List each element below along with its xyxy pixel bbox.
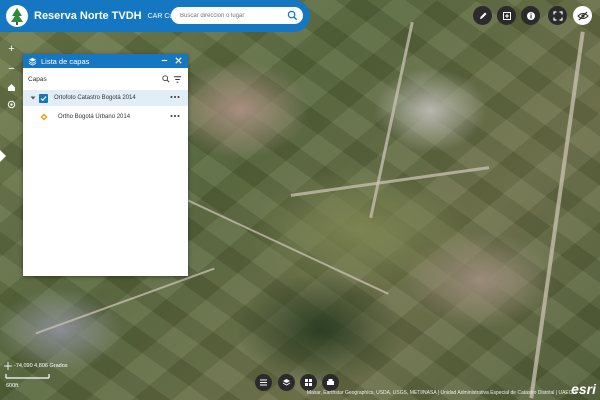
edit-button[interactable] — [473, 6, 492, 25]
export-icon — [502, 11, 511, 20]
info-icon — [526, 11, 535, 20]
app-title: Reserva Norte TVDH — [34, 10, 142, 22]
locate-icon — [7, 100, 16, 108]
checkmark-icon — [40, 95, 47, 101]
sublayer-item[interactable]: Ortho Bogotá Urbano 2014 — [23, 109, 188, 125]
locate-button[interactable] — [4, 97, 19, 111]
layer-checkbox[interactable] — [39, 93, 48, 103]
layer-list-button[interactable] — [255, 374, 272, 391]
list-icon — [260, 379, 267, 386]
left-panel-toggle[interactable] — [0, 150, 6, 162]
capas-header: Capas — [23, 68, 188, 90]
fullscreen-button[interactable] — [548, 6, 567, 25]
home-icon — [8, 83, 15, 91]
filter-icon[interactable] — [173, 75, 182, 84]
scale-bar — [5, 374, 50, 379]
print-button[interactable] — [322, 374, 339, 391]
chevron-down-icon[interactable] — [30, 95, 36, 101]
search-input[interactable] — [178, 11, 286, 20]
close-icon[interactable] — [174, 56, 183, 65]
layer-item[interactable]: Ortofoto Catastro Bogotá 2014 — [23, 90, 188, 106]
scale-label: 600ft — [6, 383, 19, 389]
app-header: Reserva Norte TVDH CAR Cundinamarca — [0, 0, 310, 32]
minimize-icon[interactable] — [160, 56, 169, 65]
zoom-out-button[interactable]: − — [4, 62, 19, 76]
sublayer-name: Ortho Bogotá Urbano 2014 — [58, 114, 131, 120]
tree-logo-icon — [4, 3, 30, 29]
esri-logo: esri — [571, 381, 596, 397]
zoom-in-button[interactable]: + — [4, 42, 19, 56]
panel-header: Lista de capas — [23, 54, 188, 68]
layers-icon — [282, 379, 291, 386]
home-button[interactable] — [4, 80, 19, 94]
basemap-gallery-button[interactable] — [300, 374, 317, 391]
layer-name: Ortofoto Catastro Bogotá 2014 — [54, 95, 136, 101]
map-attribution: Maxar, Earthstar Geographics, USDA, USGS… — [306, 390, 576, 396]
search-box[interactable] — [171, 7, 303, 24]
layer-list-panel: Lista de capas Capas Ortofoto Catastro B… — [23, 54, 188, 276]
raster-layer-icon — [40, 113, 48, 121]
more-options-icon[interactable] — [170, 94, 180, 100]
panel-title: Lista de capas — [41, 56, 90, 66]
search-icon[interactable] — [162, 75, 170, 83]
more-options-icon[interactable] — [170, 113, 180, 119]
visibility-button[interactable] — [573, 6, 592, 25]
search-icon[interactable] — [287, 10, 298, 21]
pencil-icon — [479, 12, 486, 19]
grid-icon — [305, 379, 312, 386]
capas-label: Capas — [28, 75, 47, 83]
fullscreen-icon — [552, 10, 563, 21]
info-button[interactable] — [521, 6, 540, 25]
print-icon — [327, 379, 334, 385]
layer-export-button[interactable] — [497, 6, 516, 25]
eye-slash-icon — [576, 11, 589, 20]
basemap-button[interactable] — [278, 374, 295, 391]
layers-icon — [28, 57, 37, 66]
